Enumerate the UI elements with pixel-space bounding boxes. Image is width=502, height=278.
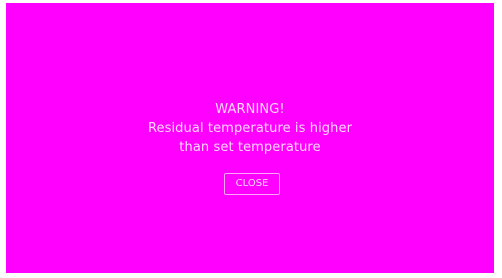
warning-screen: WARNING! Residual temperature is higher … — [6, 3, 494, 273]
warning-title: WARNING! — [215, 102, 285, 117]
warning-message: WARNING! Residual temperature is higher … — [6, 100, 494, 157]
close-button[interactable]: CLOSE — [224, 173, 280, 195]
warning-text-line-2: than set temperature — [179, 140, 321, 155]
warning-text-line-1: Residual temperature is higher — [147, 121, 353, 136]
